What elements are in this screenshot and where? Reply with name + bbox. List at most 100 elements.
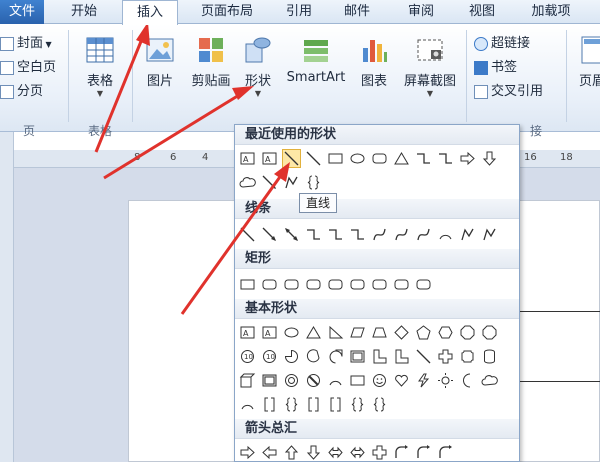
right-arrow-shape[interactable]: [459, 150, 476, 167]
elbow-arrow-connector-shape[interactable]: [327, 226, 344, 243]
bookmark-button[interactable]: 书签: [474, 58, 517, 78]
isosceles-triangle-shape[interactable]: [305, 324, 322, 341]
triangle-shape[interactable]: [393, 150, 410, 167]
page-break-button[interactable]: 分页: [0, 82, 43, 102]
round-same-side-shape[interactable]: [393, 276, 410, 293]
snip-same-side-shape[interactable]: [305, 276, 322, 293]
frame-shape[interactable]: [349, 348, 366, 365]
right-arrow-shape[interactable]: [239, 444, 256, 461]
tab-file[interactable]: 文件: [0, 0, 44, 24]
cube-shape[interactable]: [239, 372, 256, 389]
textbox-shape[interactable]: A: [239, 150, 256, 167]
trapezoid-shape[interactable]: [371, 324, 388, 341]
elbow-connector-shape[interactable]: [305, 226, 322, 243]
shapes-button[interactable]: 形状 ▼: [240, 34, 276, 99]
curved-double-arrow-shape[interactable]: [415, 226, 432, 243]
cross-shape[interactable]: [437, 348, 454, 365]
textbox-vertical-shape[interactable]: A: [261, 150, 278, 167]
left-right-arrow-shape[interactable]: [327, 444, 344, 461]
cloud-shape[interactable]: [481, 372, 498, 389]
elbow-connector-shape[interactable]: [415, 150, 432, 167]
down-arrow-shape[interactable]: [305, 444, 322, 461]
no-symbol-shape[interactable]: [305, 372, 322, 389]
header-button[interactable]: 页眉: [574, 34, 600, 89]
hyperlink-button[interactable]: 超链接: [474, 34, 530, 54]
tab-home[interactable]: 开始: [56, 0, 112, 24]
bent-arrow-shape[interactable]: [415, 444, 432, 461]
quad-arrow-shape[interactable]: [371, 444, 388, 461]
snip-diagonal-shape[interactable]: [327, 276, 344, 293]
folded-corner-shape[interactable]: [349, 372, 366, 389]
donut-shape[interactable]: [283, 372, 300, 389]
double-bracket-shape[interactable]: [261, 396, 278, 413]
snip-single-corner-shape[interactable]: [283, 276, 300, 293]
oval-shape[interactable]: [283, 324, 300, 341]
heart-shape[interactable]: [393, 372, 410, 389]
smartart-button[interactable]: SmartArt: [284, 34, 348, 85]
blank-page-button[interactable]: 空白页: [0, 58, 56, 78]
tab-review[interactable]: 审阅: [396, 0, 446, 24]
left-bracket-shape[interactable]: [305, 396, 322, 413]
l-shape[interactable]: [393, 348, 410, 365]
moon-shape[interactable]: [459, 372, 476, 389]
chord-shape[interactable]: [305, 348, 322, 365]
arc-shape[interactable]: [239, 396, 256, 413]
right-triangle-shape[interactable]: [327, 324, 344, 341]
scribble-shape[interactable]: [481, 226, 498, 243]
plaque-shape[interactable]: [459, 348, 476, 365]
freeform-shape[interactable]: [459, 226, 476, 243]
freeform-shape[interactable]: [283, 174, 300, 191]
line-shape[interactable]: [239, 226, 256, 243]
rectangle-shape[interactable]: [239, 276, 256, 293]
curved-connector-shape[interactable]: [371, 226, 388, 243]
pentagon-shape[interactable]: [415, 324, 432, 341]
curve-shape[interactable]: [437, 226, 454, 243]
textbox-shape[interactable]: A: [239, 324, 256, 341]
rounded-rectangle-shape[interactable]: [261, 276, 278, 293]
left-brace-shape[interactable]: [349, 396, 366, 413]
can-shape[interactable]: [481, 348, 498, 365]
smiley-face-shape[interactable]: [371, 372, 388, 389]
heptagon-shape[interactable]: [459, 324, 476, 341]
curved-arrow-connector-shape[interactable]: [393, 226, 410, 243]
ellipse-shape[interactable]: [349, 150, 366, 167]
tab-mailings[interactable]: 邮件: [332, 0, 382, 24]
hexagon-shape[interactable]: [437, 324, 454, 341]
decagon-shape[interactable]: 10: [239, 348, 256, 365]
tab-insert[interactable]: 插入: [122, 0, 178, 25]
up-arrow-shape[interactable]: [283, 444, 300, 461]
picture-button[interactable]: 图片: [140, 34, 180, 89]
tab-references[interactable]: 引用: [274, 0, 324, 24]
clipart-button[interactable]: 剪贴画: [186, 34, 236, 89]
block-arc-shape[interactable]: [327, 372, 344, 389]
up-down-arrow-shape[interactable]: [349, 444, 366, 461]
round-diagonal-shape[interactable]: [415, 276, 432, 293]
cross-reference-button[interactable]: 交叉引用: [474, 82, 543, 102]
rectangle-shape[interactable]: [327, 150, 344, 167]
rounded-rectangle-shape[interactable]: [371, 150, 388, 167]
parallelogram-shape[interactable]: [349, 324, 366, 341]
arrow-line-shape[interactable]: [261, 226, 278, 243]
arrow-line-shape[interactable]: [261, 174, 278, 191]
brace-shape[interactable]: [305, 174, 322, 191]
table-button[interactable]: 表格 ▼: [78, 34, 122, 99]
pie-shape[interactable]: [283, 348, 300, 365]
sun-shape[interactable]: [437, 372, 454, 389]
teardrop-shape[interactable]: [327, 348, 344, 365]
double-arrow-line-shape[interactable]: [283, 226, 300, 243]
tab-view[interactable]: 视图: [460, 0, 504, 24]
callout-shape[interactable]: [239, 174, 256, 191]
half-frame-shape[interactable]: [371, 348, 388, 365]
screenshot-button[interactable]: 屏幕截图 ▼: [400, 34, 460, 99]
chart-button[interactable]: 图表: [354, 34, 394, 89]
diamond-shape[interactable]: [393, 324, 410, 341]
lightning-bolt-shape[interactable]: [415, 372, 432, 389]
elbow-double-arrow-shape[interactable]: [349, 226, 366, 243]
round-single-corner-shape[interactable]: [371, 276, 388, 293]
line-shape-selected[interactable]: [282, 149, 301, 168]
double-brace-shape[interactable]: [283, 396, 300, 413]
dodecagon-shape[interactable]: 10: [261, 348, 278, 365]
diagonal-stripe-shape[interactable]: [415, 348, 432, 365]
left-right-up-arrow-shape[interactable]: [393, 444, 410, 461]
right-bracket-shape[interactable]: [327, 396, 344, 413]
